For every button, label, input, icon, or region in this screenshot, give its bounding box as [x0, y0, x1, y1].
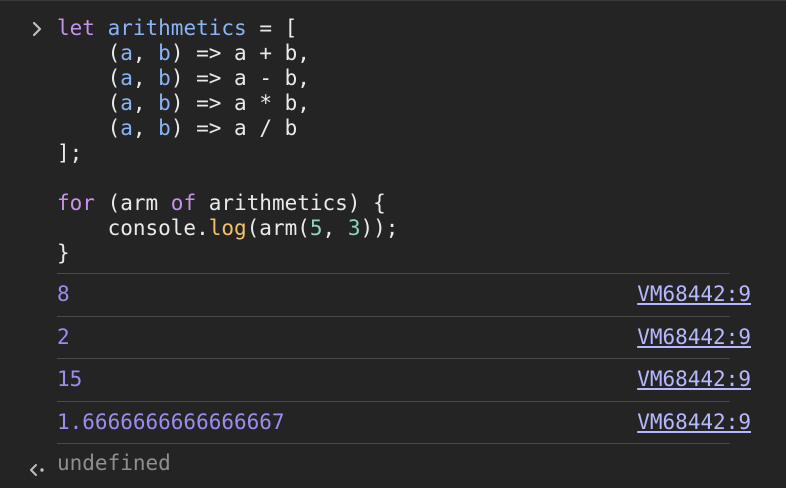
result-value: undefined	[57, 451, 171, 475]
code-token: for	[57, 191, 95, 215]
code-token: ) => a + b,	[170, 41, 310, 65]
code-line: ];	[57, 141, 82, 166]
console-log-row: 8 VM68442:9	[57, 273, 751, 315]
source-location-link[interactable]: VM68442:9	[637, 325, 751, 350]
source-location-link[interactable]: VM68442:9	[637, 367, 751, 392]
code-token: 3	[347, 216, 361, 240]
code-line: (a, b) => a + b,	[57, 41, 310, 66]
code-token: of	[170, 191, 197, 215]
code-token: ,	[132, 91, 159, 115]
code-token: (	[57, 91, 121, 115]
code-token: ];	[57, 141, 83, 165]
code-token: ));	[360, 216, 399, 240]
code-token: ,	[132, 41, 159, 65]
source-location-link[interactable]: VM68442:9	[637, 282, 751, 307]
code-token: (	[57, 41, 121, 65]
console-log-row: 2 VM68442:9	[57, 315, 751, 358]
code-token: ,	[132, 66, 159, 90]
source-location-link[interactable]: VM68442:9	[637, 410, 751, 435]
log-value: 1.6666666666666667	[57, 409, 285, 434]
code-token: a	[120, 116, 133, 140]
code-line: (a, b) => a - b,	[57, 66, 310, 91]
code-token: a	[120, 91, 133, 115]
code-token: ) => a / b	[170, 116, 298, 140]
code-token: (arm(	[246, 216, 310, 240]
code-token: b	[158, 41, 171, 65]
code-token: }	[57, 241, 70, 265]
log-value: 2	[57, 324, 70, 349]
chevron-left-dot-icon	[29, 459, 45, 476]
code-token: 5	[309, 216, 323, 240]
code-token: ,	[322, 216, 348, 240]
code-token: log	[208, 216, 247, 240]
code-token: ) => a - b,	[170, 66, 310, 90]
console-log-row: 15 VM68442:9	[57, 358, 751, 400]
console-result-row: undefined	[0, 444, 786, 488]
console-log-row: 1.6666666666666667 VM68442:9	[57, 400, 751, 443]
code-token: (	[57, 116, 121, 140]
code-token: arithmetics	[107, 16, 247, 40]
code-token: a	[120, 41, 133, 65]
code-line: (a, b) => a / b	[57, 116, 298, 141]
code-line: let arithmetics = [	[57, 16, 297, 41]
code-line: for (arm of arithmetics) {	[57, 191, 386, 216]
code-token: (	[57, 66, 121, 90]
code-token: b	[158, 116, 171, 140]
code-token: console.	[57, 216, 209, 240]
code-token: ) => a * b,	[170, 91, 310, 115]
code-token: arithmetics) {	[196, 191, 386, 215]
code-token: b	[158, 91, 171, 115]
log-value: 15	[57, 367, 83, 391]
chevron-right-icon	[28, 19, 46, 37]
code-token: let	[57, 16, 95, 40]
code-line: (a, b) => a * b,	[57, 91, 310, 116]
code-line: console.log(arm(5, 3));	[57, 216, 399, 241]
devtools-console: let arithmetics = [ (a, b) => a + b, (a,…	[0, 0, 786, 488]
code-token: b	[158, 66, 171, 90]
code-token: = [	[246, 16, 298, 40]
log-value: 8	[57, 282, 70, 306]
code-token: a	[120, 66, 133, 90]
code-token: (arm	[94, 191, 171, 215]
code-line: }	[57, 241, 70, 266]
code-token: ,	[132, 116, 159, 140]
